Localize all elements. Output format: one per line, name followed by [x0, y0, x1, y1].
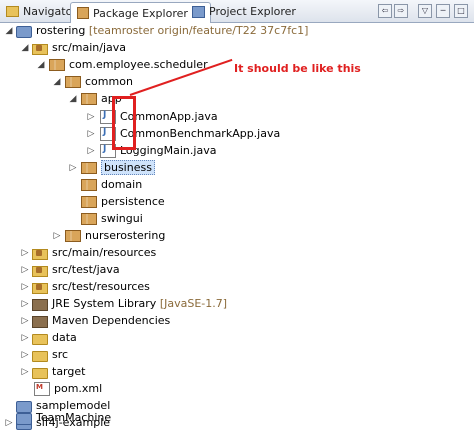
project-icon — [16, 412, 32, 425]
expand-toggle-icon[interactable]: ▷ — [86, 146, 96, 156]
package-icon — [81, 213, 97, 225]
package-icon — [81, 179, 97, 191]
project-icon — [16, 25, 32, 38]
tree-item-src-main-resources[interactable]: ▷ src/main/resources — [20, 244, 156, 261]
package-icon — [65, 76, 81, 88]
tree-item-src-test-java[interactable]: ▷ src/test/java — [20, 261, 120, 278]
expand-toggle-icon[interactable]: ▷ — [86, 112, 96, 122]
tab-label: Navigator — [23, 5, 77, 18]
tree-item-swingui[interactable]: swingui — [80, 210, 143, 227]
tree-item-teammachine[interactable]: TeamMachine — [16, 409, 111, 426]
project-explorer-icon — [192, 5, 205, 18]
folder-icon — [32, 350, 48, 362]
tree-item-rostering[interactable]: ◢ rostering [teamroster origin/feature/T… — [4, 22, 308, 39]
expand-toggle-icon[interactable]: ▷ — [20, 350, 30, 360]
tree-item-data[interactable]: ▷ data — [20, 329, 77, 346]
expand-toggle-icon[interactable]: ▷ — [20, 299, 30, 309]
library-icon — [32, 315, 48, 328]
tree-item-maven-dependencies[interactable]: ▷ Maven Dependencies — [20, 312, 170, 329]
collapse-toggle-icon[interactable]: ◢ — [20, 43, 30, 53]
source-folder-icon — [32, 265, 48, 277]
tab-label: Package Explorer — [93, 6, 188, 20]
package-icon — [65, 230, 81, 242]
tree-item-loggingmain[interactable]: ▷ LoggingMain.java — [86, 142, 216, 159]
tree-item-src[interactable]: ▷ src — [20, 346, 68, 363]
package-explorer-icon — [77, 7, 89, 19]
expand-toggle-icon[interactable]: ▷ — [86, 129, 96, 139]
tree-item-src-test-resources[interactable]: ▷ src/test/resources — [20, 278, 150, 295]
minimize-icon[interactable]: ─ — [436, 4, 450, 18]
expand-toggle-icon[interactable]: ▷ — [20, 282, 30, 292]
back-icon[interactable]: ⇦ — [378, 4, 392, 18]
view-menu-icon[interactable]: ▽ — [418, 4, 432, 18]
expand-toggle-icon[interactable]: ▷ — [20, 367, 30, 377]
expand-toggle-icon[interactable]: ▷ — [20, 333, 30, 343]
tree-item-package[interactable]: ◢ com.employee.scheduler — [36, 56, 208, 73]
tree-item-target[interactable]: ▷ target — [20, 363, 85, 380]
xml-file-icon — [34, 381, 50, 396]
folder-icon — [32, 333, 48, 345]
folder-icon — [32, 367, 48, 379]
package-icon — [49, 59, 65, 71]
package-icon — [81, 196, 97, 208]
source-folder-icon — [32, 282, 48, 294]
navigator-icon — [6, 6, 19, 17]
source-folder-icon — [32, 248, 48, 260]
tree-item-pom[interactable]: pom.xml — [32, 380, 102, 397]
tree-item-jre-library[interactable]: ▷ JRE System Library [JavaSE-1.7] — [20, 295, 227, 312]
maximize-icon[interactable]: □ — [454, 4, 468, 18]
expand-toggle-icon[interactable]: ▷ — [20, 265, 30, 275]
expand-toggle-icon[interactable]: ▷ — [68, 163, 78, 173]
tree-item-persistence[interactable]: persistence — [80, 193, 165, 210]
tab-project-explorer[interactable]: Project Explorer — [186, 2, 302, 21]
expand-toggle-icon[interactable]: ▷ — [20, 316, 30, 326]
library-icon — [32, 298, 48, 311]
expand-toggle-icon[interactable]: ▷ — [20, 248, 30, 258]
tab-label: Project Explorer — [209, 5, 296, 18]
collapse-toggle-icon[interactable]: ◢ — [36, 60, 46, 70]
forward-icon[interactable]: ⇨ — [394, 4, 408, 18]
tree-item-common[interactable]: ◢ common — [52, 73, 133, 90]
expand-toggle-icon[interactable]: ▷ — [52, 231, 62, 241]
annotation-highlight-box — [112, 96, 136, 150]
package-icon — [81, 162, 97, 174]
package-tree: ◢ rostering [teamroster origin/feature/T… — [0, 22, 474, 433]
tree-item-nurserostering[interactable]: ▷ nurserostering — [52, 227, 165, 244]
collapse-toggle-icon[interactable]: ◢ — [4, 26, 14, 36]
tree-item-business[interactable]: ▷ business — [68, 159, 155, 176]
expand-toggle-icon[interactable]: ▷ — [4, 418, 14, 428]
tree-item-src-main-java[interactable]: ◢ src/main/java — [20, 39, 126, 56]
annotation-text: It should be like this — [234, 62, 361, 75]
tree-item-domain[interactable]: domain — [80, 176, 142, 193]
view-tab-bar: Navigator Package Explorer ✕ Project Exp… — [0, 0, 474, 23]
source-folder-icon — [32, 43, 48, 55]
collapse-toggle-icon[interactable]: ◢ — [52, 77, 62, 87]
tree-item-commonapp[interactable]: ▷ CommonApp.java — [86, 108, 218, 125]
package-icon — [81, 93, 97, 105]
collapse-toggle-icon[interactable]: ◢ — [68, 94, 78, 104]
